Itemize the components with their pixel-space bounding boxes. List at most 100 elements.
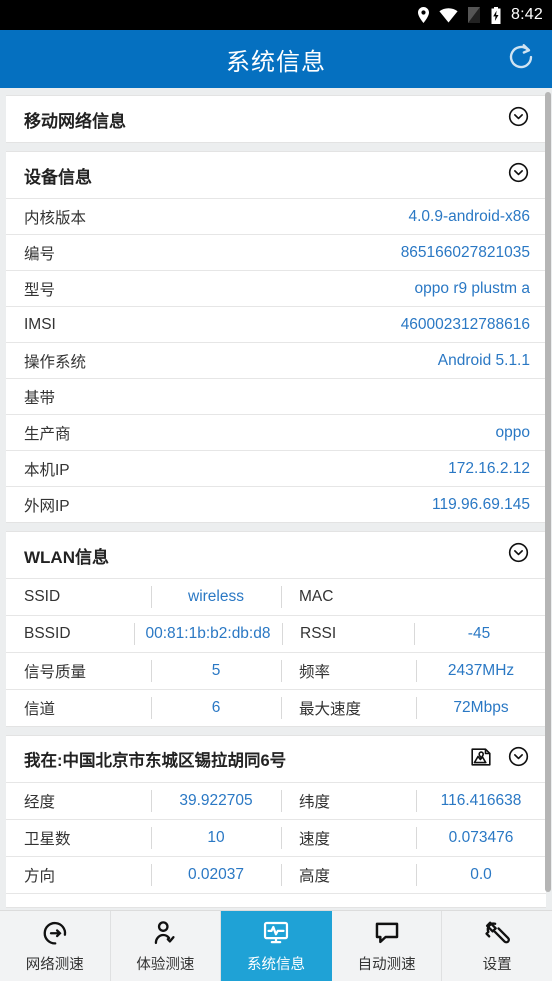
status-bar-clock: 8:42 — [511, 6, 543, 23]
nav-label: 自动测速 — [357, 957, 416, 973]
table-row: 卫星数 10 速度 0.073476 — [6, 819, 546, 856]
table-row: IMSI 460002312788616 — [6, 306, 546, 342]
table-row: 信道 6 最大速度 72Mbps — [6, 689, 546, 726]
table-row: 经度 39.922705 纬度 116.416638 — [6, 782, 546, 819]
nav-label: 设置 — [482, 957, 512, 973]
cell-label: 高度 — [281, 857, 416, 893]
sim-icon — [467, 7, 481, 23]
cell-label: 信道 — [24, 701, 56, 718]
cell-value: 72Mbps — [416, 690, 546, 726]
wlan-info-header[interactable]: WLAN信息 — [6, 532, 546, 578]
row-value: 460002312788616 — [400, 315, 530, 333]
card-location-info: 我在:中国北京市东城区锡拉胡同6号 经度 39.922705 纬度 116.41… — [6, 735, 546, 908]
row-label: 型号 — [24, 281, 56, 299]
map-pin-icon[interactable] — [469, 745, 493, 774]
card-device-info: 设备信息 内核版本 4.0.9-android-x86 编号 865166027… — [6, 151, 546, 523]
cell-value: 39.922705 — [151, 783, 281, 819]
cell-label: 最大速度 — [281, 690, 416, 726]
status-bar: 8:42 — [0, 0, 552, 30]
cell-label: BSSID — [24, 625, 71, 642]
row-value: oppo — [495, 423, 530, 441]
wifi-icon — [439, 7, 458, 23]
row-label: IMSI — [24, 315, 56, 333]
cell-value: 0.073476 — [416, 820, 546, 856]
refresh-button[interactable] — [504, 42, 538, 76]
cell-label: 速度 — [281, 820, 416, 856]
table-row: BSSID 00:81:1b:b2:db:d8 RSSI -45 — [6, 615, 546, 652]
table-row: 本机IP 172.16.2.12 — [6, 450, 546, 486]
row-label: 操作系统 — [24, 353, 87, 371]
scrollbar-thumb[interactable] — [545, 92, 551, 892]
table-row: 操作系统 Android 5.1.1 — [6, 342, 546, 378]
table-row: 外网IP 119.96.69.145 — [6, 486, 546, 522]
location-title: 我在:中国北京市东城区锡拉胡同6号 — [24, 752, 287, 770]
cell-value: 116.416638 — [416, 783, 546, 819]
table-row: 编号 865166027821035 — [6, 234, 546, 270]
cell-label: 经度 — [24, 794, 56, 811]
row-value: 4.0.9-android-x86 — [408, 207, 531, 225]
table-row: 信号质量 5 频率 2437MHz — [6, 652, 546, 689]
user-check-icon — [150, 918, 180, 948]
cell-value: 00:81:1b:b2:db:d8 — [134, 616, 282, 652]
cell-value: 10 — [151, 820, 281, 856]
speedometer-icon — [40, 918, 70, 948]
cell-value — [416, 579, 546, 615]
wrench-icon — [482, 918, 512, 948]
row-value: Android 5.1.1 — [437, 351, 530, 369]
monitor-pulse-icon — [261, 918, 291, 948]
location-header[interactable]: 我在:中国北京市东城区锡拉胡同6号 — [6, 736, 546, 782]
table-row: 生产商 oppo — [6, 414, 546, 450]
table-row: SSID wireless MAC — [6, 578, 546, 615]
app-root: 8:42 系统信息 移动网络信息 设备信息 内核版本 4.0.9-android… — [0, 0, 552, 981]
chevron-down-circle-icon[interactable] — [507, 541, 530, 569]
mobile-network-header[interactable]: 移动网络信息 — [6, 96, 546, 142]
cell-label: SSID — [24, 588, 61, 605]
table-row: 基带 — [6, 378, 546, 414]
card-mobile-network: 移动网络信息 — [6, 95, 546, 143]
bottom-navigation: 网络测速 体验测速 系统信息 自动测速 设置 — [0, 910, 552, 981]
chat-bubble-icon — [372, 918, 402, 948]
cell-value: 5 — [151, 653, 281, 689]
nav-item-network-speed[interactable]: 网络测速 — [0, 911, 111, 981]
cell-label: 卫星数 — [24, 831, 71, 848]
table-row-partial — [6, 893, 546, 907]
app-bar: 系统信息 — [0, 30, 552, 88]
mobile-network-title: 移动网络信息 — [24, 111, 126, 131]
cell-value: 0.02037 — [151, 857, 281, 893]
chevron-down-circle-icon[interactable] — [507, 161, 530, 189]
nav-label: 网络测速 — [25, 957, 84, 973]
nav-label: 体验测速 — [136, 957, 195, 973]
cell-value: 0.0 — [416, 857, 546, 893]
nav-item-settings[interactable]: 设置 — [442, 911, 552, 981]
cell-value: 6 — [151, 690, 281, 726]
row-label: 基带 — [24, 389, 56, 407]
nav-item-system-info[interactable]: 系统信息 — [221, 911, 332, 981]
row-value: oppo r9 plustm a — [414, 279, 530, 297]
table-row: 内核版本 4.0.9-android-x86 — [6, 198, 546, 234]
refresh-icon — [506, 42, 536, 77]
cell-value: wireless — [151, 579, 281, 615]
page-title: 系统信息 — [226, 48, 326, 76]
cell-label: 频率 — [281, 653, 416, 689]
cell-value: -45 — [414, 616, 544, 652]
cell-label: MAC — [281, 579, 416, 615]
location-icon — [417, 7, 430, 23]
scroll-content[interactable]: 移动网络信息 设备信息 内核版本 4.0.9-android-x86 编号 86… — [0, 88, 552, 910]
row-label: 内核版本 — [24, 209, 87, 227]
cell-label: 信号质量 — [24, 664, 87, 681]
chevron-down-circle-icon[interactable] — [507, 105, 530, 133]
device-info-title: 设备信息 — [24, 167, 92, 187]
cell-value: 2437MHz — [416, 653, 546, 689]
nav-item-auto-speed[interactable]: 自动测速 — [332, 911, 443, 981]
row-label: 本机IP — [24, 461, 70, 479]
wlan-info-title: WLAN信息 — [24, 547, 109, 567]
device-info-header[interactable]: 设备信息 — [6, 152, 546, 198]
scrollbar[interactable] — [544, 88, 552, 910]
table-row: 型号 oppo r9 plustm a — [6, 270, 546, 306]
nav-item-experience-speed[interactable]: 体验测速 — [111, 911, 222, 981]
card-wlan-info: WLAN信息 SSID wireless MAC BSSID 00:81:1b:… — [6, 531, 546, 727]
row-value: 119.96.69.145 — [432, 495, 530, 513]
chevron-down-circle-icon[interactable] — [507, 745, 530, 773]
cell-label: 方向 — [24, 868, 56, 885]
row-label: 编号 — [24, 245, 56, 263]
